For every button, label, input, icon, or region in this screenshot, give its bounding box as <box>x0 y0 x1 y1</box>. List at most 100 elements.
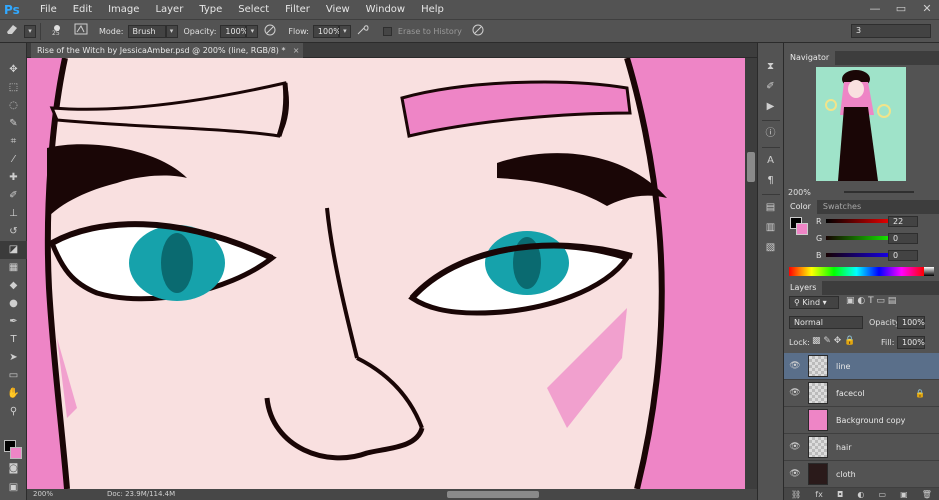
canvas-vertical-scrollbar[interactable] <box>745 58 757 489</box>
green-channel-value[interactable]: 0 <box>888 233 918 244</box>
tool-preset-dropdown[interactable]: ▾ <box>24 24 36 38</box>
layer-opacity-input[interactable]: 100% <box>897 316 925 329</box>
gradient-tool-icon[interactable]: ▦ <box>0 259 27 277</box>
history-panel-icon[interactable]: ⧗ <box>758 57 783 77</box>
document-tab[interactable]: Rise of the Witch by JessicaAmber.psd @ … <box>31 43 304 58</box>
green-channel-slider[interactable] <box>826 236 896 240</box>
close-document-icon[interactable]: × <box>293 43 300 58</box>
screen-mode-icon[interactable]: ▣ <box>0 479 27 497</box>
history-brush-tool-icon[interactable]: ↺ <box>0 223 27 241</box>
mode-dropdown-icon[interactable]: ▾ <box>165 24 178 38</box>
pressure-size-icon[interactable] <box>469 23 487 39</box>
red-channel-slider[interactable] <box>826 219 896 223</box>
navigator-preview[interactable] <box>816 67 906 181</box>
horizontal-scroll-thumb[interactable] <box>447 491 539 498</box>
menu-file[interactable]: File <box>32 0 65 20</box>
maximize-button[interactable]: ▭ <box>893 2 909 16</box>
quick-mask-icon[interactable]: ◙ <box>0 460 27 478</box>
add-mask-icon[interactable]: ◘ <box>837 490 843 499</box>
eye-icon[interactable]: 👁 <box>784 442 806 452</box>
clone-stamp-tool-icon[interactable]: ⊥ <box>0 205 27 223</box>
background-color-swatch[interactable] <box>10 447 22 459</box>
adjustments-panel-icon[interactable]: ▤ <box>758 198 783 218</box>
mode-select[interactable]: Brush <box>127 24 166 38</box>
layer-filter-select[interactable]: ⚲ Kind ▾ <box>789 296 839 309</box>
menu-select[interactable]: Select <box>230 0 277 20</box>
tab-swatches[interactable]: Swatches <box>817 200 867 214</box>
pen-tool-icon[interactable]: ✒ <box>0 313 27 331</box>
crop-tool-icon[interactable]: ⌗ <box>0 133 27 151</box>
delete-layer-icon[interactable]: 🗑 <box>922 490 932 499</box>
layer-comps-panel-icon[interactable]: ▧ <box>758 238 783 258</box>
color-background-swatch[interactable] <box>796 223 808 235</box>
info-panel-icon[interactable]: ⓘ <box>758 124 783 144</box>
layer-row[interactable]: Background copy <box>784 407 939 434</box>
erase-to-history-checkbox[interactable] <box>382 26 392 36</box>
layer-fill-input[interactable]: 100% <box>897 336 925 349</box>
eye-icon[interactable]: 👁 <box>784 361 806 371</box>
character-panel-icon[interactable]: A <box>758 151 783 171</box>
quick-select-tool-icon[interactable]: ✎ <box>0 115 27 133</box>
lasso-tool-icon[interactable]: ◌ <box>0 97 27 115</box>
new-group-icon[interactable]: ▭ <box>878 490 886 499</box>
layer-row[interactable]: 👁 line <box>784 353 939 380</box>
type-tool-icon[interactable]: T <box>0 331 27 349</box>
new-layer-icon[interactable]: ▣ <box>900 490 908 499</box>
eraser-tool-preset-icon[interactable] <box>3 23 21 39</box>
styles-panel-icon[interactable]: ▥ <box>758 218 783 238</box>
brush-tool-icon[interactable]: ✐ <box>0 187 27 205</box>
brush-preset-picker[interactable]: 25 <box>48 23 66 39</box>
paragraph-panel-icon[interactable]: ¶ <box>758 171 783 191</box>
document-canvas[interactable] <box>27 58 745 489</box>
black-white-ramp[interactable] <box>924 267 934 276</box>
workspace-select[interactable]: 3 <box>851 24 931 38</box>
eraser-tool-icon[interactable]: ◪ <box>0 241 27 259</box>
layer-row[interactable]: 👁 cloth <box>784 461 939 488</box>
flow-input[interactable]: 100% <box>312 24 341 38</box>
tab-color[interactable]: Color <box>784 200 817 214</box>
layer-style-icon[interactable]: fx <box>815 490 823 499</box>
tab-navigator[interactable]: Navigator <box>784 51 836 65</box>
blue-channel-slider[interactable] <box>826 253 896 257</box>
zoom-level[interactable]: 200% <box>33 489 53 500</box>
eye-icon[interactable]: 👁 <box>784 469 806 479</box>
menu-type[interactable]: Type <box>191 0 230 20</box>
path-selection-tool-icon[interactable]: ➤ <box>0 349 27 367</box>
link-layers-icon[interactable]: ⛓ <box>791 490 801 499</box>
blur-tool-icon[interactable]: ◆ <box>0 277 27 295</box>
menu-image[interactable]: Image <box>100 0 147 20</box>
dodge-tool-icon[interactable]: ● <box>0 295 27 313</box>
navigator-zoom-slider[interactable] <box>844 191 914 193</box>
layer-row[interactable]: 👁 facecol 🔒 <box>784 380 939 407</box>
eye-icon[interactable]: 👁 <box>784 388 806 398</box>
blend-mode-select[interactable]: Normal <box>789 316 863 329</box>
menu-window[interactable]: Window <box>358 0 413 20</box>
menu-help[interactable]: Help <box>413 0 452 20</box>
blue-channel-value[interactable]: 0 <box>888 250 918 261</box>
red-channel-value[interactable]: 22 <box>888 216 918 227</box>
layer-row[interactable]: 👁 hair <box>784 434 939 461</box>
layer-filter-icons[interactable]: ▣ ◐ T ▭ ▤ <box>846 296 896 306</box>
close-window-button[interactable]: ✕ <box>919 2 935 16</box>
color-spectrum-ramp[interactable] <box>789 267 924 276</box>
airbrush-icon[interactable] <box>354 23 372 39</box>
tab-layers[interactable]: Layers <box>784 281 823 295</box>
navigator-zoom-value[interactable]: 200% <box>788 188 811 197</box>
flow-dropdown-icon[interactable]: ▾ <box>338 24 351 38</box>
menu-view[interactable]: View <box>318 0 358 20</box>
marquee-tool-icon[interactable]: ⬚ <box>0 79 27 97</box>
lock-options-icons[interactable]: ▩ ✎ ✥ 🔒 <box>812 336 855 346</box>
pressure-opacity-icon[interactable] <box>261 23 279 39</box>
adjustment-layer-icon[interactable]: ◐ <box>857 490 864 499</box>
hand-tool-icon[interactable]: ✋ <box>0 385 27 403</box>
actions-panel-icon[interactable]: ▶ <box>758 97 783 117</box>
opacity-dropdown-icon[interactable]: ▾ <box>246 24 259 38</box>
rectangle-tool-icon[interactable]: ▭ <box>0 367 27 385</box>
brush-panel-icon[interactable]: ✐ <box>758 77 783 97</box>
healing-brush-tool-icon[interactable]: ✚ <box>0 169 27 187</box>
menu-filter[interactable]: Filter <box>277 0 318 20</box>
brush-panel-toggle-icon[interactable] <box>72 23 90 39</box>
minimize-button[interactable]: — <box>867 2 883 16</box>
vertical-scroll-thumb[interactable] <box>747 152 755 182</box>
menu-edit[interactable]: Edit <box>65 0 100 20</box>
